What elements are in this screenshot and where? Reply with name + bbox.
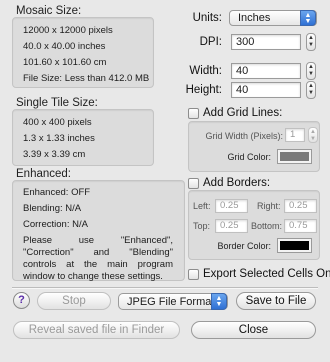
add-grid-lines-checkbox[interactable] (188, 108, 199, 119)
border-right-field[interactable]: 0.25 (284, 199, 317, 213)
tile-size-group: 400 x 400 pixels 1.3 x 1.33 inches 3.39 … (12, 109, 154, 166)
units-label: Units: (192, 12, 222, 24)
enhanced-title: Enhanced: (16, 168, 71, 180)
enhanced-group: Enhanced: OFF Blending: N/A Correction: … (12, 180, 185, 282)
export-selected-label[interactable]: Export Selected Cells Only (203, 268, 330, 280)
enhanced-description: Please use "Enhanced", "Correction" and … (23, 235, 173, 282)
width-stepper[interactable]: ▲ ▼ (306, 62, 316, 80)
borders-group: Left: 0.25 Right: 0.25 Top: 0.25 Bottom:… (188, 190, 320, 260)
border-top-field[interactable]: 0.25 (215, 219, 248, 233)
separator (12, 287, 318, 289)
grid-color-label: Grid Color: (227, 152, 271, 162)
stop-button[interactable]: Stop (37, 292, 111, 310)
tile-inches: 1.3 x 1.33 inches (23, 133, 95, 144)
save-to-file-button[interactable]: Save to File (236, 292, 316, 310)
border-left-label: Left: (193, 201, 211, 211)
popup-arrows-icon: ▲ ▼ (211, 293, 227, 310)
mosaic-cm: 101.60 x 101.60 cm (23, 57, 107, 68)
tile-cm: 3.39 x 3.39 cm (23, 149, 86, 160)
mosaic-size-group: 12000 x 12000 pixels 40.0 x 40.00 inches… (12, 17, 154, 88)
export-selected-checkbox[interactable] (188, 269, 199, 280)
border-color-swatch (280, 241, 309, 250)
grid-color-well[interactable] (277, 149, 312, 164)
add-borders-checkbox[interactable] (188, 178, 199, 189)
width-field[interactable]: 40 (231, 63, 301, 79)
reveal-in-finder-button[interactable]: Reveal saved file in Finder (13, 321, 180, 339)
tile-pixels: 400 x 400 pixels (23, 117, 92, 128)
grid-width-field[interactable]: 1 (285, 128, 305, 142)
file-format-value: JPEG File Format (127, 295, 215, 308)
add-borders-label[interactable]: Add Borders: (203, 177, 270, 189)
mosaic-size-title: Mosaic Size: (16, 5, 82, 17)
blending-status: Blending: N/A (23, 203, 82, 214)
help-button[interactable]: ? (13, 292, 30, 309)
border-color-label: Border Color: (217, 241, 271, 251)
border-left-field[interactable]: 0.25 (215, 199, 248, 213)
tile-size-title: Single Tile Size: (16, 97, 98, 109)
enhanced-status: Enhanced: OFF (23, 187, 91, 198)
width-label: Width: (189, 65, 222, 77)
units-select[interactable]: Inches ▲ ▼ (229, 10, 317, 26)
border-bottom-field[interactable]: 0.75 (284, 219, 317, 233)
border-right-label: Right: (257, 201, 281, 211)
add-grid-lines-label[interactable]: Add Grid Lines: (203, 107, 282, 119)
height-stepper[interactable]: ▲ ▼ (306, 81, 316, 99)
correction-status: Correction: N/A (23, 219, 88, 230)
units-value: Inches (238, 12, 271, 24)
grid-lines-group: Grid Width (Pixels): 1 ▲ ▼ Grid Color: (188, 121, 320, 172)
close-button[interactable]: Close (191, 321, 316, 339)
grid-color-swatch (280, 152, 309, 161)
border-color-well[interactable] (277, 238, 312, 253)
dpi-field[interactable]: 300 (231, 34, 301, 50)
grid-width-stepper[interactable]: ▲ ▼ (308, 127, 318, 143)
height-field[interactable]: 40 (231, 82, 301, 98)
height-label: Height: (185, 84, 222, 96)
popup-arrows-icon: ▲ ▼ (300, 10, 316, 26)
dpi-label: DPI: (199, 36, 222, 48)
dpi-stepper[interactable]: ▲ ▼ (306, 33, 316, 51)
border-bottom-label: Bottom: (251, 221, 283, 231)
mosaic-pixels: 12000 x 12000 pixels (23, 25, 113, 36)
file-format-select[interactable]: JPEG File Format ▲ ▼ (118, 293, 228, 310)
border-top-label: Top: (193, 221, 211, 231)
mosaic-inches: 40.0 x 40.00 inches (23, 41, 106, 52)
grid-width-label: Grid Width (Pixels): (205, 131, 283, 141)
mosaic-file-size: File Size: Less than 412.0 MB (23, 73, 150, 84)
